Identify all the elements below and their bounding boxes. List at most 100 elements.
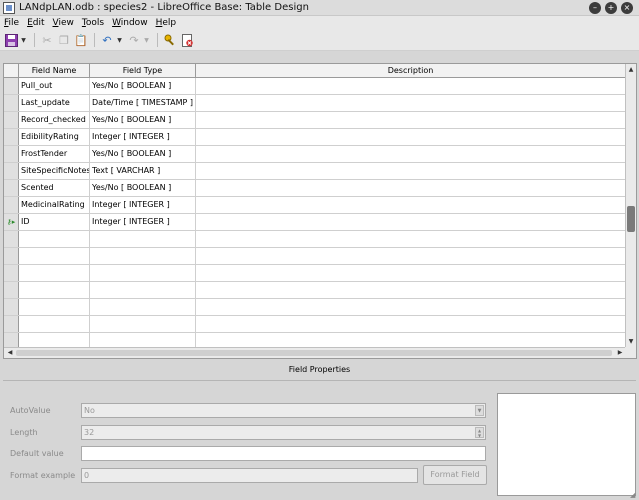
row-handle[interactable] <box>4 112 19 128</box>
field-name-cell[interactable]: MedicinalRating <box>19 197 90 213</box>
row-handle[interactable] <box>4 248 19 264</box>
cut-icon[interactable]: ✂ <box>39 32 55 48</box>
scroll-down-icon[interactable]: ▼ <box>626 337 636 347</box>
field-type-cell[interactable]: Yes/No [ BOOLEAN ] <box>90 112 196 128</box>
table-row[interactable] <box>4 265 626 282</box>
description-cell[interactable] <box>196 282 626 298</box>
column-header-description[interactable]: Description <box>196 64 626 78</box>
paste-icon[interactable]: 📋 <box>73 32 89 48</box>
save-dropdown-icon[interactable]: ▼ <box>20 32 27 48</box>
save-icon[interactable] <box>3 32 19 48</box>
table-row[interactable]: MedicinalRating Integer [ INTEGER ] <box>4 197 626 214</box>
description-cell[interactable] <box>196 129 626 145</box>
undo-icon[interactable]: ↶ <box>99 32 115 48</box>
description-cell[interactable] <box>196 265 626 281</box>
column-header-field-type[interactable]: Field Type <box>90 64 196 78</box>
length-spinbox[interactable]: 32 ▲ ▼ <box>81 424 486 440</box>
field-type-cell[interactable]: Yes/No [ BOOLEAN ] <box>90 180 196 196</box>
menu-help[interactable]: Help <box>156 18 177 28</box>
table-row[interactable]: Last_update Date/Time [ TIMESTAMP ] <box>4 95 626 112</box>
vertical-scrollbar[interactable]: ▲ ▼ <box>625 64 636 348</box>
autovalue-select[interactable]: No ▼ <box>81 402 486 418</box>
field-type-cell[interactable]: Integer [ INTEGER ] <box>90 129 196 145</box>
redo-dropdown-icon[interactable]: ▼ <box>143 32 150 48</box>
scroll-left-icon[interactable]: ◀ <box>5 348 15 358</box>
table-row[interactable] <box>4 282 626 299</box>
description-cell[interactable] <box>196 163 626 179</box>
chevron-down-icon[interactable]: ▼ <box>475 404 484 416</box>
scroll-up-icon[interactable]: ▲ <box>626 65 636 75</box>
row-handle[interactable] <box>4 180 19 196</box>
row-handle[interactable] <box>4 282 19 298</box>
field-name-cell[interactable] <box>19 231 90 247</box>
field-name-cell[interactable]: Last_update <box>19 95 90 111</box>
table-row[interactable]: Pull_out Yes/No [ BOOLEAN ] <box>4 78 626 95</box>
table-row[interactable] <box>4 299 626 316</box>
description-cell[interactable] <box>196 112 626 128</box>
horizontal-scrollbar[interactable]: ◀ ▶ <box>4 347 626 358</box>
description-cell[interactable] <box>196 180 626 196</box>
column-header-field-name[interactable]: Field Name <box>19 64 90 78</box>
field-type-cell[interactable]: Yes/No [ BOOLEAN ] <box>90 146 196 162</box>
field-type-cell[interactable]: Integer [ INTEGER ] <box>90 197 196 213</box>
description-cell[interactable] <box>196 248 626 264</box>
menu-view[interactable]: View <box>53 18 74 28</box>
description-cell[interactable] <box>196 299 626 315</box>
table-row[interactable]: FrostTender Yes/No [ BOOLEAN ] <box>4 146 626 163</box>
field-type-cell[interactable] <box>90 316 196 332</box>
undo-dropdown-icon[interactable]: ▼ <box>116 32 123 48</box>
vertical-scroll-thumb[interactable] <box>627 206 635 232</box>
field-type-cell[interactable]: Date/Time [ TIMESTAMP ] <box>90 95 196 111</box>
row-handle[interactable] <box>4 146 19 162</box>
table-row[interactable]: ⚷▸ ID Integer [ INTEGER ] <box>4 214 626 231</box>
row-handle[interactable]: ⚷▸ <box>4 214 19 230</box>
table-row[interactable] <box>4 231 626 248</box>
field-name-cell[interactable]: ID <box>19 214 90 230</box>
resize-grip-icon[interactable]: ◢ <box>630 491 638 499</box>
row-handle[interactable] <box>4 95 19 111</box>
default-value-input[interactable] <box>81 445 486 461</box>
menu-edit[interactable]: Edit <box>27 18 44 28</box>
row-handle[interactable] <box>4 78 19 94</box>
minimize-icon[interactable]: – <box>589 2 601 14</box>
row-handle[interactable] <box>4 163 19 179</box>
field-type-cell[interactable] <box>90 282 196 298</box>
description-cell[interactable] <box>196 197 626 213</box>
field-name-cell[interactable]: Record_checked <box>19 112 90 128</box>
field-type-cell[interactable] <box>90 299 196 315</box>
menu-file[interactable]: File <box>4 18 19 28</box>
field-type-cell[interactable] <box>90 248 196 264</box>
index-design-icon[interactable] <box>179 32 195 48</box>
horizontal-scroll-thumb[interactable] <box>16 350 612 356</box>
field-type-cell[interactable]: Yes/No [ BOOLEAN ] <box>90 78 196 94</box>
description-cell[interactable] <box>196 146 626 162</box>
field-type-cell[interactable] <box>90 265 196 281</box>
row-handle[interactable] <box>4 231 19 247</box>
row-handle[interactable] <box>4 265 19 281</box>
spin-arrows-icon[interactable]: ▲ ▼ <box>475 426 484 438</box>
field-name-cell[interactable] <box>19 265 90 281</box>
close-icon[interactable]: × <box>621 2 633 14</box>
field-type-cell[interactable]: Integer [ INTEGER ] <box>90 214 196 230</box>
menu-tools[interactable]: Tools <box>82 18 104 28</box>
field-name-cell[interactable]: EdibilityRating <box>19 129 90 145</box>
description-cell[interactable] <box>196 231 626 247</box>
field-name-cell[interactable] <box>19 299 90 315</box>
field-name-cell[interactable]: SiteSpecificNotes <box>19 163 90 179</box>
row-handle[interactable] <box>4 299 19 315</box>
primary-key-icon[interactable] <box>162 32 178 48</box>
field-name-cell[interactable]: Pull_out <box>19 78 90 94</box>
maximize-icon[interactable]: + <box>605 2 617 14</box>
table-row[interactable]: SiteSpecificNotes Text [ VARCHAR ] <box>4 163 626 180</box>
description-cell[interactable] <box>196 214 626 230</box>
field-name-cell[interactable]: Scented <box>19 180 90 196</box>
redo-icon[interactable]: ↷ <box>126 32 142 48</box>
table-row[interactable]: EdibilityRating Integer [ INTEGER ] <box>4 129 626 146</box>
description-cell[interactable] <box>196 316 626 332</box>
field-name-cell[interactable] <box>19 282 90 298</box>
field-name-cell[interactable] <box>19 316 90 332</box>
field-name-cell[interactable] <box>19 248 90 264</box>
row-handle[interactable] <box>4 197 19 213</box>
format-field-button[interactable]: Format Field <box>423 465 487 485</box>
table-row[interactable]: Scented Yes/No [ BOOLEAN ] <box>4 180 626 197</box>
